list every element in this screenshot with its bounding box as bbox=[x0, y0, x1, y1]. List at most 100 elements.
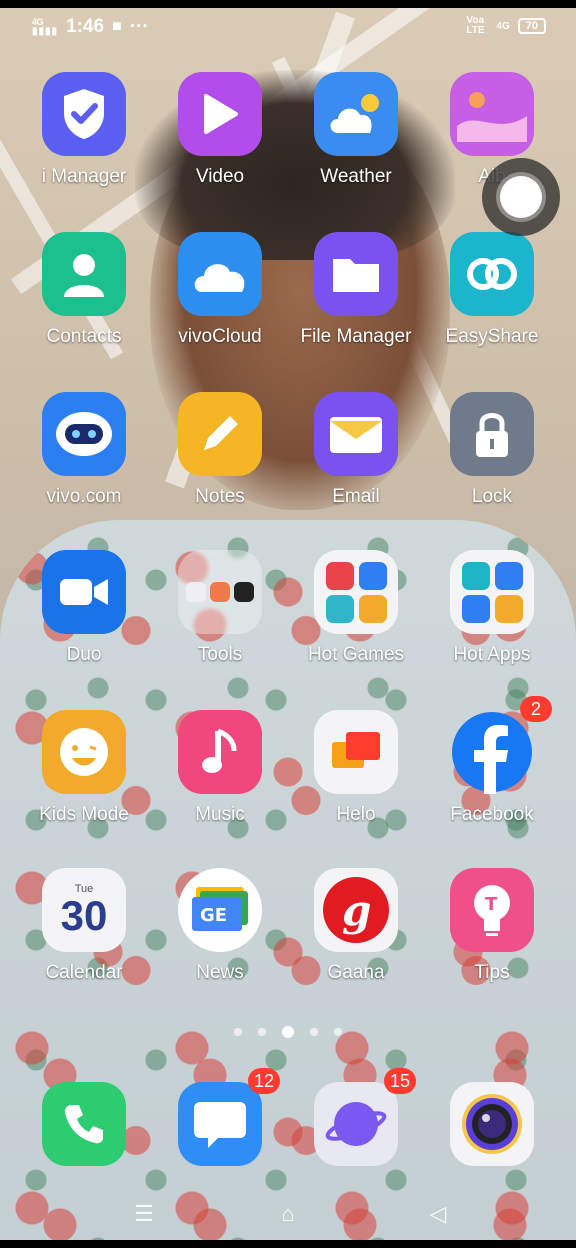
dock: 12 15 bbox=[16, 1068, 560, 1172]
envelope-icon bbox=[314, 392, 398, 476]
app-label: Video bbox=[195, 166, 245, 187]
folder-apps-icon bbox=[450, 550, 534, 634]
app-label: Facebook bbox=[450, 804, 534, 825]
folder-icon bbox=[314, 232, 398, 316]
calendar-date: 30 bbox=[60, 891, 108, 939]
signal-left-icon: 4G ▮▮▮▮ bbox=[32, 17, 59, 37]
lightbulb-icon: T bbox=[450, 868, 534, 952]
app-label: Tools bbox=[197, 644, 243, 665]
app-label: Music bbox=[195, 804, 245, 825]
cloud-icon bbox=[178, 232, 262, 316]
calendar-icon: Tue 30 bbox=[42, 868, 126, 952]
app-video[interactable]: Video bbox=[152, 72, 288, 222]
app-gaana[interactable]: g Gaana bbox=[288, 868, 424, 1018]
status-bar: 4G ▮▮▮▮ 1:46 ■ ··· Voa LTE 4G 70 bbox=[0, 8, 576, 50]
gaana-icon: g bbox=[314, 868, 398, 952]
screen-top-edge bbox=[0, 0, 576, 8]
kid-face-icon bbox=[42, 710, 126, 794]
notification-badge: 15 bbox=[384, 1068, 416, 1094]
network-right: 4G bbox=[496, 20, 510, 32]
page-dot[interactable] bbox=[334, 1028, 342, 1036]
app-file-manager[interactable]: File Manager bbox=[288, 232, 424, 382]
app-i-manager[interactable]: i Manager bbox=[16, 72, 152, 222]
app-helo[interactable]: Helo bbox=[288, 710, 424, 860]
app-label: Email bbox=[332, 486, 380, 507]
app-label: Helo bbox=[336, 804, 376, 825]
app-label: i Manager bbox=[41, 166, 127, 187]
app-lock[interactable]: Lock bbox=[424, 392, 560, 542]
page-dot[interactable] bbox=[310, 1028, 318, 1036]
cloud-sun-icon bbox=[314, 72, 398, 156]
video-notification-icon: ■ bbox=[112, 18, 122, 35]
app-kids-mode[interactable]: Kids Mode bbox=[16, 710, 152, 860]
person-icon bbox=[42, 232, 126, 316]
app-contacts[interactable]: Contacts bbox=[16, 232, 152, 382]
app-tools[interactable]: Tools bbox=[152, 550, 288, 700]
app-music[interactable]: Music bbox=[152, 710, 288, 860]
app-label: vivoCloud bbox=[178, 326, 262, 347]
page-dot[interactable] bbox=[258, 1028, 266, 1036]
robot-icon bbox=[42, 392, 126, 476]
dock-phone[interactable] bbox=[16, 1082, 152, 1172]
app-weather[interactable]: Weather bbox=[288, 72, 424, 222]
carrier-label: Voa LTE bbox=[466, 15, 485, 36]
app-label: EasyShare bbox=[445, 326, 539, 347]
app-label: Hot Games bbox=[307, 644, 405, 665]
app-news[interactable]: GE News bbox=[152, 868, 288, 1018]
music-note-icon bbox=[178, 710, 262, 794]
svg-text:GE: GE bbox=[200, 905, 227, 926]
home-icon[interactable]: ⌂ bbox=[270, 1200, 306, 1228]
video-camera-icon bbox=[42, 550, 126, 634]
app-label: vivo.com bbox=[46, 486, 122, 507]
app-label: Lock bbox=[471, 486, 513, 507]
app-label: Kids Mode bbox=[39, 804, 129, 825]
app-label: News bbox=[196, 962, 244, 983]
planet-icon bbox=[314, 1082, 398, 1166]
app-email[interactable]: Email bbox=[288, 392, 424, 542]
more-notifications: ··· bbox=[129, 16, 149, 37]
dock-messages[interactable]: 12 bbox=[152, 1068, 288, 1172]
app-hot-apps[interactable]: Hot Apps bbox=[424, 550, 560, 700]
app-hot-games[interactable]: Hot Games bbox=[288, 550, 424, 700]
menu-icon[interactable]: ☰ bbox=[126, 1200, 162, 1228]
screen-bottom-edge bbox=[0, 1240, 576, 1248]
shield-check-icon bbox=[42, 72, 126, 156]
app-label: Hot Apps bbox=[453, 644, 531, 665]
app-label: Duo bbox=[66, 644, 102, 665]
app-tips[interactable]: T Tips bbox=[424, 868, 560, 1018]
page-indicator bbox=[0, 1026, 576, 1038]
app-label: Tips bbox=[474, 962, 510, 983]
svg-text:T: T bbox=[485, 894, 498, 915]
phone-icon bbox=[42, 1082, 126, 1166]
app-label: Contacts bbox=[46, 326, 122, 347]
app-facebook[interactable]: 2 Facebook bbox=[424, 696, 560, 860]
facebook-icon bbox=[450, 710, 534, 794]
clock: 1:46 bbox=[66, 16, 105, 37]
chat-bubbles-icon bbox=[314, 710, 398, 794]
app-vivo-com[interactable]: vivo.com bbox=[16, 392, 152, 542]
app-calendar[interactable]: Tue 30 Calendar bbox=[16, 868, 152, 1018]
google-news-icon: GE bbox=[178, 868, 262, 952]
app-vivocloud[interactable]: vivoCloud bbox=[152, 232, 288, 382]
camera-lens-icon bbox=[450, 1082, 534, 1166]
link-rings-icon bbox=[450, 232, 534, 316]
app-label: Calendar bbox=[45, 962, 123, 983]
app-label: Weather bbox=[320, 166, 392, 187]
app-label: File Manager bbox=[300, 326, 412, 347]
app-easyshare[interactable]: EasyShare bbox=[424, 232, 560, 382]
app-duo[interactable]: Duo bbox=[16, 550, 152, 700]
album-icon bbox=[450, 72, 534, 156]
dock-camera[interactable] bbox=[424, 1082, 560, 1172]
app-notes[interactable]: Notes bbox=[152, 392, 288, 542]
battery-icon: 70 bbox=[517, 18, 546, 34]
notification-badge: 2 bbox=[520, 696, 552, 722]
back-icon[interactable]: ◁ bbox=[420, 1200, 456, 1228]
notification-badge: 12 bbox=[248, 1068, 280, 1094]
play-icon bbox=[178, 72, 262, 156]
svg-text:g: g bbox=[342, 886, 371, 935]
lock-icon bbox=[450, 392, 534, 476]
dock-browser[interactable]: 15 bbox=[288, 1068, 424, 1172]
page-dot[interactable] bbox=[282, 1026, 294, 1038]
page-dot[interactable] bbox=[234, 1028, 242, 1036]
assistive-ball[interactable] bbox=[482, 158, 560, 236]
